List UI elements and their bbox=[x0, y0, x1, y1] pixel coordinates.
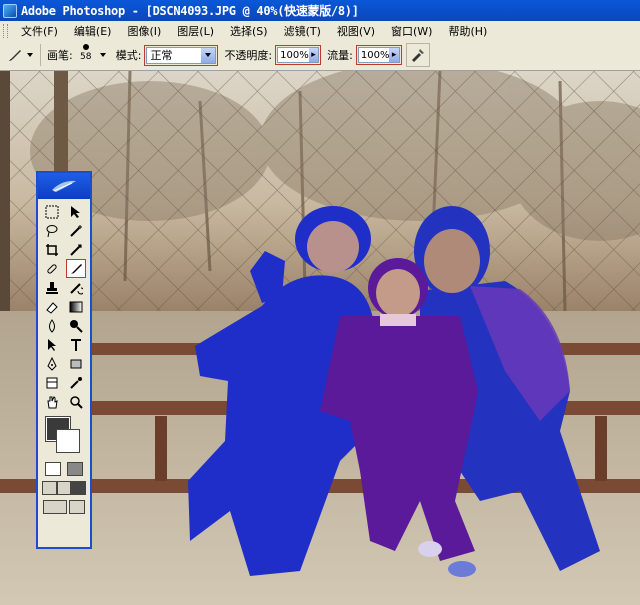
healing-brush-tool-icon[interactable] bbox=[42, 259, 62, 278]
flow-value: 100% bbox=[360, 49, 390, 61]
gradient-tool-icon[interactable] bbox=[66, 297, 86, 316]
zoom-tool-icon[interactable] bbox=[66, 392, 86, 411]
toolbox-panel bbox=[36, 171, 92, 549]
brush-icon bbox=[9, 50, 21, 61]
brush-size-value: 58 bbox=[79, 52, 92, 62]
eraser-tool-icon[interactable] bbox=[42, 297, 62, 316]
standard-mode-icon[interactable] bbox=[45, 462, 61, 476]
flow-highlight: 100% ▸ bbox=[355, 45, 402, 65]
brush-size-picker[interactable]: 58 bbox=[76, 42, 96, 68]
menu-layer[interactable]: 图层(L) bbox=[169, 23, 222, 39]
chevron-down-icon bbox=[27, 53, 33, 57]
window-title: Adobe Photoshop - [DSCN4093.JPG @ 40%(快速… bbox=[21, 4, 359, 18]
move-tool-icon[interactable] bbox=[66, 202, 86, 221]
menu-grip bbox=[3, 23, 8, 38]
menu-file[interactable]: 文件(F) bbox=[13, 23, 66, 39]
options-bar: 画笔: 58 模式: 正常 不透明度: 100% ▸ 流量: 100% ▸ bbox=[0, 40, 640, 71]
blur-tool-icon[interactable] bbox=[42, 316, 62, 335]
menu-view[interactable]: 视图(V) bbox=[329, 23, 383, 39]
type-tool-icon[interactable] bbox=[66, 335, 86, 354]
menu-window[interactable]: 窗口(W) bbox=[383, 23, 440, 39]
menu-filter[interactable]: 滤镜(T) bbox=[276, 23, 329, 39]
background-color-swatch[interactable] bbox=[56, 429, 80, 453]
eyedropper-tool-icon[interactable] bbox=[66, 373, 86, 392]
mode-highlight: 正常 bbox=[144, 44, 219, 66]
menu-bar: 文件(F) 编辑(E) 图像(I) 图层(L) 选择(S) 滤镜(T) 视图(V… bbox=[0, 21, 640, 41]
crop-tool-icon[interactable] bbox=[42, 240, 62, 259]
path-selection-tool-icon[interactable] bbox=[42, 335, 62, 354]
dodge-tool-icon[interactable] bbox=[66, 316, 86, 335]
checkmark-icon[interactable] bbox=[69, 500, 85, 514]
mode-value: 正常 bbox=[150, 49, 173, 62]
brush-label: 画笔: bbox=[47, 49, 73, 62]
slice-tool-icon[interactable] bbox=[66, 240, 86, 259]
chevron-right-icon[interactable]: ▸ bbox=[308, 48, 319, 62]
full-screen-menu-mode-icon[interactable] bbox=[56, 481, 72, 495]
shape-tool-icon[interactable] bbox=[66, 354, 86, 373]
jump-to-imageready-icon[interactable] bbox=[43, 500, 67, 514]
document-canvas[interactable] bbox=[0, 71, 640, 605]
menu-select[interactable]: 选择(S) bbox=[222, 23, 276, 39]
jump-buttons bbox=[38, 500, 90, 514]
color-swatches bbox=[44, 416, 88, 457]
quick-mask-mode-icon[interactable] bbox=[67, 462, 83, 476]
menu-help[interactable]: 帮助(H) bbox=[440, 23, 495, 39]
opacity-value: 100% bbox=[280, 49, 309, 61]
tool-preset-picker[interactable] bbox=[4, 44, 41, 66]
photo-image bbox=[0, 71, 640, 605]
mask-mode-buttons bbox=[38, 462, 90, 476]
opacity-highlight: 100% ▸ bbox=[275, 45, 322, 65]
hand-tool-icon[interactable] bbox=[42, 392, 62, 411]
notes-tool-icon[interactable] bbox=[42, 373, 62, 392]
flow-label: 流量: bbox=[327, 49, 353, 62]
opacity-field[interactable]: 100% ▸ bbox=[277, 47, 320, 63]
chevron-down-icon[interactable] bbox=[99, 53, 106, 57]
opacity-label: 不透明度: bbox=[224, 49, 273, 62]
history-brush-tool-icon[interactable] bbox=[66, 278, 86, 297]
flow-field[interactable]: 100% ▸ bbox=[357, 47, 400, 63]
lasso-tool-icon[interactable] bbox=[42, 221, 62, 240]
standard-screen-mode-icon[interactable] bbox=[42, 481, 57, 495]
mode-label: 模式: bbox=[115, 49, 142, 62]
chevron-right-icon[interactable]: ▸ bbox=[389, 48, 399, 62]
mode-select[interactable]: 正常 bbox=[146, 46, 217, 64]
menu-edit[interactable]: 编辑(E) bbox=[66, 23, 120, 39]
brush-tool-icon[interactable] bbox=[66, 259, 86, 278]
menu-image[interactable]: 图像(I) bbox=[119, 23, 169, 39]
clone-stamp-tool-icon[interactable] bbox=[42, 278, 62, 297]
pen-tool-icon[interactable] bbox=[42, 354, 62, 373]
feather-logo-icon bbox=[52, 180, 76, 192]
full-screen-mode-icon[interactable] bbox=[71, 481, 87, 495]
toolbox-header[interactable] bbox=[38, 173, 90, 199]
title-bar: Adobe Photoshop - [DSCN4093.JPG @ 40%(快速… bbox=[0, 0, 640, 21]
chevron-down-icon bbox=[201, 47, 216, 63]
marquee-tool-icon[interactable] bbox=[42, 202, 62, 221]
screen-mode-buttons bbox=[38, 481, 90, 495]
magic-wand-tool-icon[interactable] bbox=[66, 221, 86, 240]
airbrush-toggle-icon[interactable] bbox=[405, 43, 430, 67]
photoshop-app-icon bbox=[3, 3, 17, 18]
brush-tip-icon bbox=[82, 44, 89, 50]
